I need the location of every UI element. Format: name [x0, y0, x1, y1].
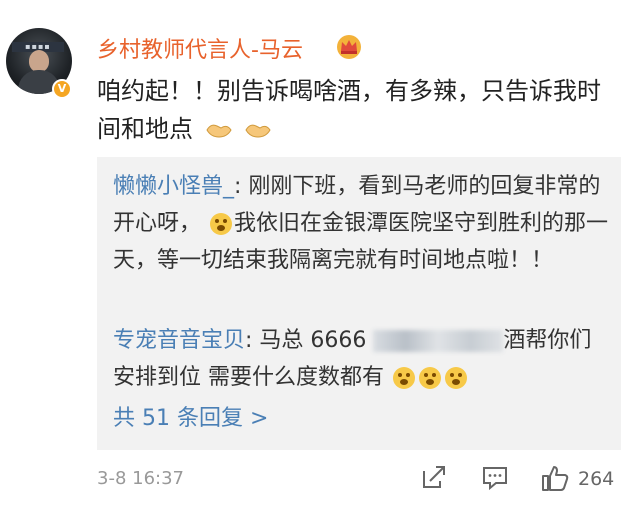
- emoji-face-icon: [393, 367, 415, 389]
- emoji-face-icon: [210, 213, 233, 235]
- post-text: 咱约起！！别告诉喝啥酒，有多辣，只告诉我时间和地点: [97, 72, 617, 148]
- post-body: 咱约起！！别告诉喝啥酒，有多辣，只告诉我时间和地点: [97, 77, 601, 143]
- comment-icon[interactable]: [481, 463, 509, 491]
- crown-icon: [337, 35, 361, 59]
- reply-text: 马总 6666: [259, 328, 374, 353]
- handshake-icon: [206, 124, 232, 138]
- emoji-face-icon: [445, 367, 467, 389]
- reply-item[interactable]: 专宠音音宝贝: 马总 6666 酒帮你们安排到位 需要什么度数都有: [113, 322, 613, 396]
- handshake-icon: [245, 124, 271, 138]
- avatar-head: [29, 50, 49, 72]
- reply-user[interactable]: 懒懒小怪兽_: [113, 174, 234, 199]
- share-icon[interactable]: [420, 463, 448, 491]
- username[interactable]: 乡村教师代言人-马云: [97, 32, 303, 64]
- reply-item[interactable]: 懒懒小怪兽_: 刚刚下班，看到马老师的回复非常的开心呀， 我依旧在金银潭医院坚守…: [113, 168, 613, 279]
- post-time: 3-8 16:37: [97, 468, 184, 489]
- like-icon[interactable]: [540, 463, 570, 493]
- verified-icon: V: [52, 79, 72, 99]
- reply-sep: :: [245, 328, 260, 353]
- more-replies-link[interactable]: 共 51 条回复 >: [113, 400, 268, 432]
- blurred-text: [373, 330, 504, 352]
- reply-sep: :: [234, 174, 249, 199]
- like-count: 264: [578, 468, 615, 490]
- emoji-face-icon: [419, 367, 441, 389]
- reply-user[interactable]: 专宠音音宝贝: [113, 328, 245, 353]
